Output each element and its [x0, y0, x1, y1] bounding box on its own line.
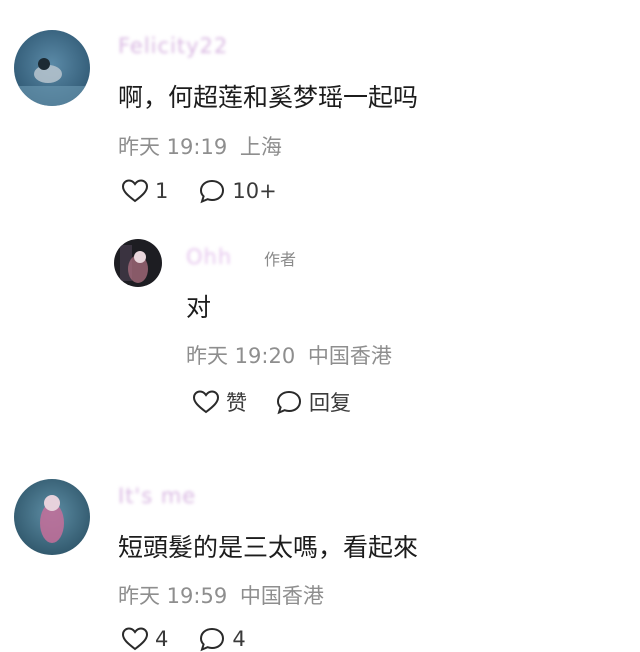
comment-username[interactable]: Felicity22: [118, 34, 228, 58]
comment-bubble-icon: [276, 390, 302, 415]
avatar[interactable]: [14, 479, 90, 555]
reply-text: 对: [186, 293, 212, 322]
like-button[interactable]: 赞: [192, 387, 247, 417]
author-tag: 作者: [264, 250, 297, 269]
comment-location: 上海: [239, 135, 282, 159]
comment-username[interactable]: It's me: [118, 484, 196, 508]
reply-button[interactable]: 回复: [275, 387, 351, 417]
comment-item: Felicity22 啊，何超莲和奚梦瑶一起吗 昨天 19:19 上海 1 10…: [0, 0, 640, 215]
comment-time: 昨天 19:59: [118, 584, 228, 608]
comment-actions: 1 10+: [121, 178, 277, 204]
reply-button[interactable]: 4: [198, 626, 246, 652]
reply-label: 回复: [309, 391, 351, 415]
reply-count: 4: [232, 627, 246, 651]
avatar-image: [14, 30, 90, 106]
like-count: 4: [155, 627, 169, 651]
reply-button[interactable]: 10+: [198, 178, 277, 204]
heart-icon: [121, 627, 149, 651]
comment-location: 中国香港: [239, 584, 324, 608]
avatar[interactable]: [14, 30, 90, 106]
like-count: 1: [155, 179, 169, 203]
comment-actions: 4 4: [121, 626, 246, 652]
comment-item: It's me 短頭髮的是三太嗎，看起來 昨天 19:59 中国香港 4 4: [0, 465, 640, 652]
avatar[interactable]: [114, 239, 162, 287]
comment-bubble-icon: [200, 179, 225, 204]
like-button[interactable]: 1: [121, 178, 168, 204]
reply-actions: 赞 回复: [192, 387, 351, 417]
reply-meta: 昨天 19:20 中国香港: [186, 340, 392, 370]
avatar-image: [14, 479, 90, 555]
like-button[interactable]: 4: [121, 626, 168, 652]
heart-icon: [192, 390, 220, 414]
comment-meta: 昨天 19:19 上海: [118, 131, 282, 161]
comment-text: 啊，何超莲和奚梦瑶一起吗: [118, 83, 419, 112]
comment-text: 短頭髮的是三太嗎，看起來: [118, 533, 419, 562]
reply-item: Ohh 作者 对 昨天 19:20 中国香港 赞 回复: [0, 215, 640, 465]
comment-bubble-icon: [200, 627, 225, 652]
reply-time: 昨天 19:20: [186, 344, 296, 368]
comment-time: 昨天 19:19: [118, 135, 228, 159]
avatar-image: [114, 239, 162, 287]
reply-username[interactable]: Ohh: [186, 245, 232, 269]
reply-count: 10+: [232, 179, 277, 203]
heart-icon: [121, 179, 149, 203]
comment-meta: 昨天 19:59 中国香港: [118, 580, 324, 610]
like-label: 赞: [226, 391, 247, 415]
reply-location: 中国香港: [307, 344, 392, 368]
